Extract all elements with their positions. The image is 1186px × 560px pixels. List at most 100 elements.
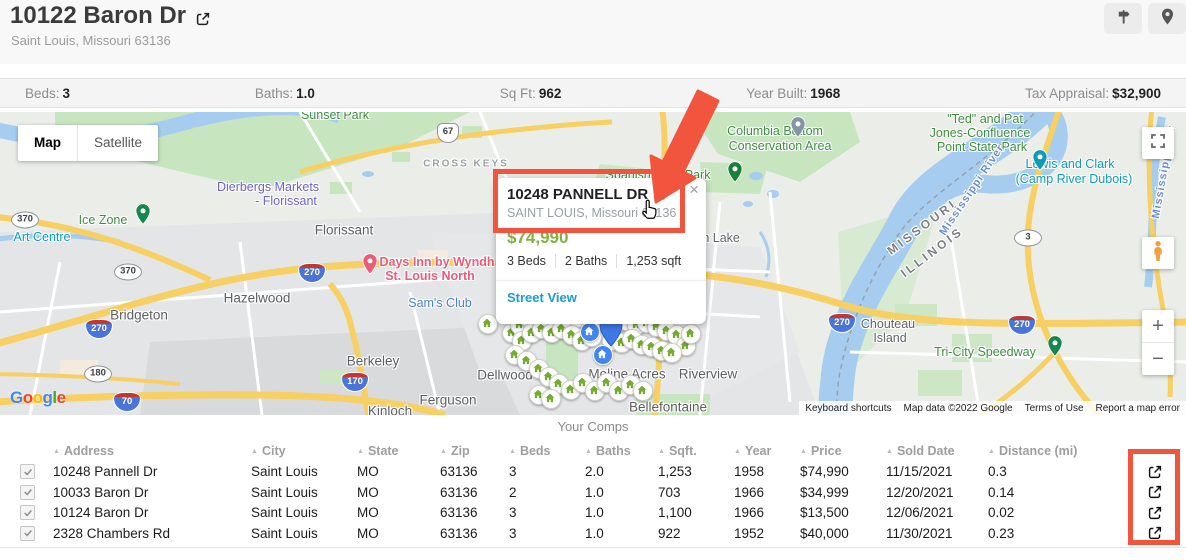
row-external-link-icon[interactable] bbox=[1146, 524, 1164, 542]
sort-icon: ▲ bbox=[251, 448, 258, 455]
row-checkbox[interactable] bbox=[20, 464, 35, 479]
pegman-icon bbox=[1150, 240, 1166, 267]
column-header-city[interactable]: ▲City bbox=[251, 444, 357, 458]
terms-of-use-link[interactable]: Terms of Use bbox=[1019, 401, 1090, 415]
map-type-map-button[interactable]: Map bbox=[18, 125, 77, 161]
row-external-link-icon[interactable] bbox=[1146, 483, 1164, 501]
cell-distance: 0.23 bbox=[988, 526, 1088, 541]
cell-price: $34,999 bbox=[800, 485, 886, 500]
page-title: 10122 Baron Dr bbox=[10, 2, 186, 30]
page-header: 10122 Baron Dr Saint Louis, Missouri 631… bbox=[0, 0, 1186, 64]
google-map[interactable]: Map Satellite + − Google Keyboard shortc… bbox=[0, 112, 1186, 415]
cell-baths: 1.0 bbox=[585, 485, 658, 500]
map-label: Chouteau bbox=[861, 317, 915, 331]
map-pin-button[interactable] bbox=[1148, 3, 1186, 34]
cell-sqft: 703 bbox=[658, 485, 734, 500]
cell-city: Saint Louis bbox=[251, 464, 357, 479]
infowindow-price: $74,990 bbox=[507, 228, 568, 248]
external-link-icon[interactable] bbox=[194, 7, 212, 25]
map-label: Days Inn by Wyndh bbox=[379, 255, 494, 269]
map-type-control: Map Satellite bbox=[18, 125, 158, 161]
column-header-baths[interactable]: ▲Baths bbox=[585, 444, 658, 458]
google-logo: Google bbox=[10, 388, 66, 408]
tree-poi-pin-icon bbox=[727, 161, 743, 188]
stat-baths: Baths:1.0 bbox=[255, 86, 315, 101]
map-attribution: Keyboard shortcuts Map data ©2022 Google… bbox=[799, 401, 1186, 415]
row-checkbox[interactable] bbox=[20, 505, 35, 520]
column-header-address[interactable]: ▲Address bbox=[53, 444, 251, 458]
map-type-satellite-button[interactable]: Satellite bbox=[77, 125, 158, 161]
comp-house-marker[interactable] bbox=[681, 324, 701, 344]
map-label: Florissant bbox=[315, 223, 374, 238]
street-view-link[interactable]: Street View bbox=[507, 290, 577, 305]
pegman-control[interactable] bbox=[1142, 237, 1174, 269]
cell-baths: 1.0 bbox=[585, 526, 658, 541]
table-row: 10033 Baron Dr Saint Louis MO 63136 2 1.… bbox=[0, 482, 1186, 503]
map-infowindow: 10248 PANNELL DR SAINT LOUIS, Missouri 6… bbox=[496, 178, 706, 324]
sort-icon: ▲ bbox=[357, 448, 364, 455]
column-header-sqft[interactable]: ▲Sqft. bbox=[658, 444, 734, 458]
fullscreen-button[interactable] bbox=[1142, 127, 1174, 159]
comp-house-marker[interactable] bbox=[541, 389, 561, 409]
map-label: St. Louis North bbox=[385, 269, 475, 283]
property-stats-bar: Beds:3 Baths:1.0 Sq Ft:962 Year Built:19… bbox=[0, 78, 1186, 108]
cell-zip: 63136 bbox=[440, 464, 509, 479]
comp-house-marker[interactable] bbox=[478, 314, 498, 334]
zoom-in-button[interactable]: + bbox=[1142, 310, 1174, 343]
cell-price: $74,990 bbox=[800, 464, 886, 479]
stat-beds: Beds:3 bbox=[25, 86, 70, 101]
column-header-beds[interactable]: ▲Beds bbox=[509, 444, 585, 458]
cell-baths: 2.0 bbox=[585, 464, 658, 479]
cell-address: 10033 Baron Dr bbox=[53, 485, 251, 500]
cell-sqft: 922 bbox=[658, 526, 734, 541]
column-header-state[interactable]: ▲State bbox=[357, 444, 440, 458]
sort-icon: ▲ bbox=[509, 448, 516, 455]
cell-zip: 63136 bbox=[440, 485, 509, 500]
comps-section-title: Your Comps bbox=[0, 419, 1186, 434]
cell-beds: 3 bbox=[509, 505, 585, 520]
comps-table: ▲Address ▲City ▲State ▲Zip ▲Beds ▲Baths … bbox=[0, 441, 1186, 544]
sort-icon: ▲ bbox=[800, 448, 807, 455]
gray-poi-pin-icon bbox=[790, 116, 806, 143]
cell-sold-date: 12/20/2021 bbox=[886, 485, 988, 500]
route-shield: 180 bbox=[84, 366, 112, 383]
sort-icon: ▲ bbox=[658, 448, 665, 455]
report-map-error-link[interactable]: Report a map error bbox=[1090, 401, 1186, 415]
column-header-sold-date[interactable]: ▲Sold Date bbox=[886, 444, 988, 458]
infowindow-external-link-icon[interactable] bbox=[653, 187, 668, 202]
column-header-year[interactable]: ▲Year bbox=[734, 444, 800, 458]
column-header-zip[interactable]: ▲Zip bbox=[440, 444, 509, 458]
row-checkbox[interactable] bbox=[20, 485, 35, 500]
column-header-distance[interactable]: ▲Distance (mi) bbox=[988, 444, 1088, 458]
keyboard-shortcuts-link[interactable]: Keyboard shortcuts bbox=[799, 401, 897, 415]
comp-house-marker[interactable] bbox=[662, 343, 682, 363]
map-label: Kinloch bbox=[368, 404, 412, 416]
map-label: Sunset Park bbox=[301, 112, 369, 122]
cell-city: Saint Louis bbox=[251, 505, 357, 520]
route-shield: 67 bbox=[437, 123, 459, 143]
map-label: Conservation Area bbox=[729, 139, 832, 153]
row-external-link-icon[interactable] bbox=[1146, 504, 1164, 522]
cell-sold-date: 11/15/2021 bbox=[886, 464, 988, 479]
green-poi-pin-icon bbox=[135, 203, 151, 230]
cell-address: 10248 Pannell Dr bbox=[53, 464, 251, 479]
infowindow-title: 10248 PANNELL DR bbox=[507, 186, 648, 203]
cell-zip: 63136 bbox=[440, 505, 509, 520]
cell-state: MO bbox=[357, 464, 440, 479]
map-label: Dierbergs Markets bbox=[217, 180, 319, 194]
infowindow-close-button[interactable]: × bbox=[689, 181, 699, 198]
selected-house-marker[interactable] bbox=[580, 322, 600, 342]
row-checkbox[interactable] bbox=[20, 526, 35, 541]
map-label: Berkeley bbox=[347, 354, 400, 369]
map-label: - Florissant bbox=[255, 194, 317, 208]
cell-year: 1966 bbox=[734, 505, 800, 520]
street-view-button[interactable] bbox=[1104, 3, 1142, 34]
row-external-link-icon[interactable] bbox=[1146, 463, 1164, 481]
column-header-price[interactable]: ▲Price bbox=[800, 444, 886, 458]
cell-distance: 0.3 bbox=[988, 464, 1088, 479]
sort-icon: ▲ bbox=[886, 448, 893, 455]
zoom-out-button[interactable]: − bbox=[1142, 343, 1174, 375]
comp-house-marker[interactable] bbox=[633, 381, 653, 401]
map-label: Sam's Club bbox=[408, 296, 472, 310]
cell-zip: 63136 bbox=[440, 526, 509, 541]
